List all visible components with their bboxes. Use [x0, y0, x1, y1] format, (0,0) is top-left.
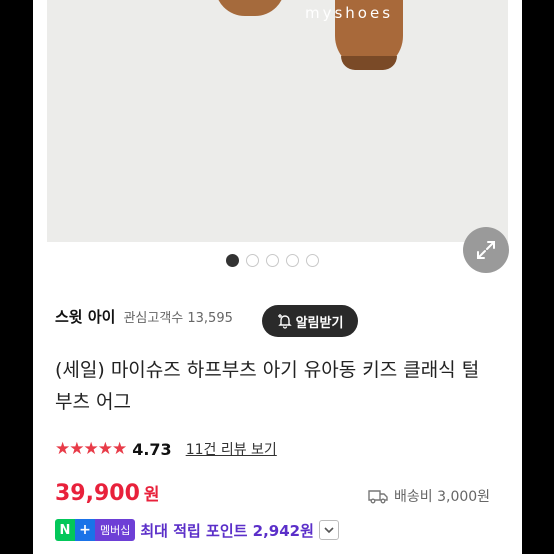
product-title: (세일) 마이슈즈 하프부츠 아기 유아동 키즈 클래식 털 부츠 어그	[55, 359, 480, 413]
naver-membership-badge: N + 멤버십	[55, 519, 136, 541]
bell-plus-icon	[277, 314, 292, 329]
carousel-indicator	[226, 254, 319, 267]
expand-icon	[477, 241, 495, 259]
rating-score: 4.73	[132, 439, 172, 459]
expand-image-button[interactable]	[463, 227, 509, 273]
rating-row: ★★★★★ 4.73 11건 리뷰 보기	[55, 439, 277, 459]
points-expand-button[interactable]	[318, 520, 339, 540]
n-badge: N	[55, 519, 75, 541]
notify-label: 알림받기	[295, 315, 344, 331]
image-watermark: myshoes	[305, 4, 394, 22]
watcher-count: 관심고객수 13,595	[123, 311, 233, 326]
plus-badge: +	[75, 519, 95, 541]
points-row: N + 멤버십 최대 적립 포인트 2,942원	[55, 519, 339, 541]
max-points: 최대 적립 포인트 2,942원	[140, 521, 314, 540]
price-value: 39,900	[55, 481, 140, 506]
carousel-dot[interactable]	[226, 254, 239, 267]
product-screen: myshoes 스윗 아이 관심고객수 13,595 알림받기 (세일) 마이슈…	[33, 0, 522, 554]
star-rating: ★★★★★	[55, 439, 127, 459]
membership-badge: 멤버십	[95, 519, 136, 541]
boot-image-left	[215, 0, 285, 16]
truck-icon	[368, 490, 388, 504]
price: 39,900 원	[55, 480, 160, 506]
shipping-fee: 배송비 3,000원	[394, 489, 491, 505]
notify-button[interactable]: 알림받기	[262, 305, 358, 337]
carousel-dot[interactable]	[266, 254, 279, 267]
carousel-dot[interactable]	[306, 254, 319, 267]
seller-name[interactable]: 스윗 아이	[55, 306, 115, 327]
seller-info: 스윗 아이 관심고객수 13,595	[55, 306, 233, 327]
price-unit: 원	[143, 485, 160, 505]
chevron-down-icon	[324, 526, 334, 533]
carousel-dot[interactable]	[286, 254, 299, 267]
product-image[interactable]: myshoes	[47, 0, 508, 242]
shipping-info: 배송비 3,000원	[368, 486, 490, 506]
reviews-link[interactable]: 11건 리뷰 보기	[186, 439, 277, 459]
carousel-dot[interactable]	[246, 254, 259, 267]
